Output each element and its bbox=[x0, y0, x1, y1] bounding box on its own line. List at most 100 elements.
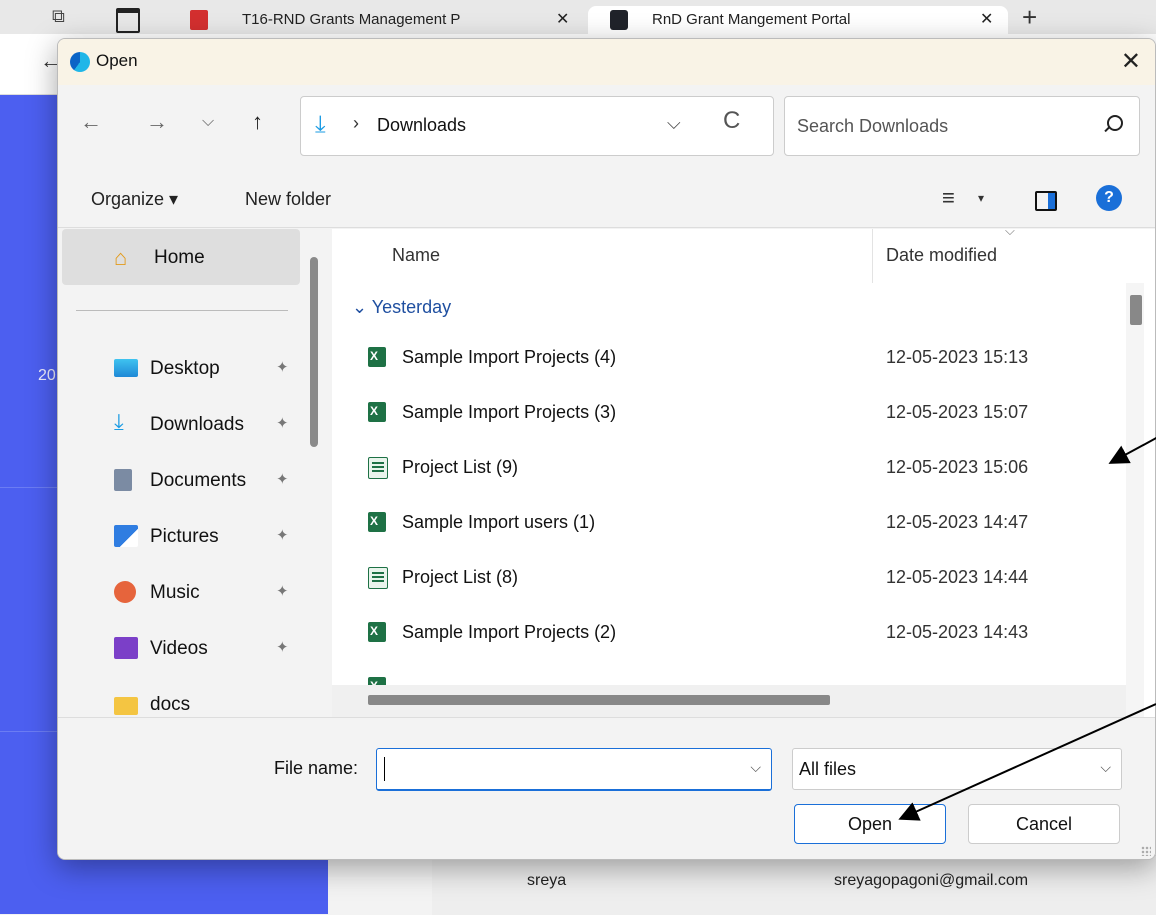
file-name: Project List (8) bbox=[402, 567, 519, 587]
address-bar[interactable]: ⤓ › Downloads ⌵ C bbox=[300, 96, 774, 156]
up-icon[interactable]: ↑ bbox=[252, 109, 263, 135]
nav-item-documents[interactable]: Documents ✦ bbox=[58, 455, 300, 505]
forward-icon[interactable]: → bbox=[146, 109, 168, 135]
chevron-down-icon[interactable]: ⌵ bbox=[667, 113, 681, 134]
file-row[interactable]: Sample Import Projects (2) 12-05-2023 14… bbox=[332, 612, 1122, 660]
nav-divider bbox=[76, 310, 288, 311]
column-header-name[interactable]: Name bbox=[392, 245, 440, 266]
view-dropdown-icon[interactable]: ▾ bbox=[978, 191, 984, 205]
vertical-scroll-track[interactable] bbox=[1126, 283, 1144, 717]
address-row: ← → ⌵ ↑ ⤓ › Downloads ⌵ C bbox=[58, 85, 1155, 165]
chevron-down-icon[interactable]: ⌵ bbox=[1100, 759, 1111, 776]
horizontal-scrollbar[interactable] bbox=[368, 695, 830, 705]
file-type-select[interactable]: All files ⌵ bbox=[792, 748, 1122, 790]
nav-item-label: Desktop bbox=[150, 358, 220, 379]
search-icon[interactable] bbox=[1107, 115, 1123, 131]
breadcrumb-downloads[interactable]: Downloads bbox=[377, 115, 466, 136]
breadcrumb-separator: › bbox=[353, 113, 359, 133]
nav-item-downloads[interactable]: ⤓ Downloads ✦ bbox=[58, 399, 300, 449]
excel-icon bbox=[368, 677, 386, 685]
nav-item-label: Documents bbox=[150, 470, 247, 491]
chevron-down-icon: ⌄ bbox=[352, 297, 368, 317]
window-icon[interactable] bbox=[116, 8, 140, 33]
home-icon: ⌂ bbox=[114, 245, 128, 270]
background-user-email: sreyagopagoni@gmail.com bbox=[834, 872, 1029, 889]
pin-icon[interactable]: ✦ bbox=[276, 638, 289, 656]
videos-icon bbox=[114, 637, 138, 659]
nav-item-pictures[interactable]: Pictures ✦ bbox=[58, 511, 300, 561]
pin-icon[interactable]: ✦ bbox=[276, 358, 289, 376]
preview-pane-icon[interactable] bbox=[1035, 191, 1057, 211]
column-headers: Name ⌵ Date modified bbox=[332, 223, 1155, 283]
browser-tab-bar: ⧉ T16-RND Grants Management P ✕ RnD Gran… bbox=[0, 0, 1156, 34]
nav-item-music[interactable]: Music ✦ bbox=[58, 567, 300, 617]
excel-icon bbox=[368, 347, 386, 367]
file-row[interactable]: Project List (8) 12-05-2023 14:44 bbox=[332, 557, 1122, 605]
download-icon: ⤓ bbox=[315, 111, 326, 138]
resize-grip[interactable] bbox=[1141, 846, 1151, 856]
chevron-down-icon[interactable]: ⌵ bbox=[750, 759, 761, 776]
view-options-icon[interactable]: ≡ bbox=[942, 185, 955, 211]
file-type-value: All files bbox=[799, 759, 857, 779]
open-button[interactable]: Open bbox=[794, 804, 946, 844]
search-box[interactable] bbox=[784, 96, 1140, 156]
file-row[interactable]: Sample Import Projects (4) 12-05-2023 15… bbox=[332, 337, 1122, 385]
vertical-scrollbar[interactable] bbox=[1130, 295, 1142, 325]
new-folder-button[interactable]: New folder bbox=[245, 189, 331, 210]
file-name: Project List (9) bbox=[402, 457, 519, 477]
file-date: 12-05-2023 14:43 bbox=[886, 622, 1029, 642]
file-name: Sample Import Projects (2) bbox=[402, 622, 617, 642]
browser-tab-portal[interactable]: RnD Grant Mangement Portal ✕ bbox=[588, 6, 1008, 34]
pin-icon[interactable]: ✦ bbox=[276, 470, 289, 488]
tab-label: RnD Grant Mangement Portal bbox=[652, 11, 851, 28]
back-icon[interactable]: ← bbox=[80, 109, 102, 135]
file-row[interactable]: Sample Import Projects (3) 12-05-2023 15… bbox=[332, 392, 1122, 440]
sort-chevron-icon: ⌵ bbox=[1005, 223, 1015, 238]
nav-item-home[interactable]: ⌂ Home bbox=[62, 229, 300, 285]
file-name-input[interactable] bbox=[385, 755, 729, 785]
search-input[interactable] bbox=[795, 111, 1089, 141]
nav-item-desktop[interactable]: Desktop ✦ bbox=[58, 343, 300, 393]
spreadsheet-icon bbox=[368, 567, 388, 589]
command-bar: Organize ▾ New folder ≡ ▾ ? bbox=[58, 165, 1155, 228]
nav-pane-scrollbar[interactable] bbox=[310, 257, 318, 447]
background-user-name: sreya bbox=[527, 872, 567, 889]
help-icon[interactable]: ? bbox=[1096, 185, 1122, 211]
tab-close-icon[interactable]: ✕ bbox=[556, 6, 569, 34]
cancel-button[interactable]: Cancel bbox=[968, 804, 1120, 844]
file-row-partial[interactable] bbox=[332, 667, 1122, 685]
spreadsheet-icon bbox=[368, 457, 388, 479]
column-divider[interactable] bbox=[872, 229, 873, 283]
tab-close-icon[interactable]: ✕ bbox=[980, 6, 993, 34]
organize-button[interactable]: Organize ▾ bbox=[91, 189, 178, 210]
file-date: 12-05-2023 15:06 bbox=[886, 457, 1029, 477]
group-label: Yesterday bbox=[371, 297, 452, 317]
nav-item-label: Pictures bbox=[150, 526, 219, 547]
recent-locations-icon[interactable]: ⌵ bbox=[202, 113, 214, 131]
file-row[interactable]: Sample Import users (1) 12-05-2023 14:47 bbox=[332, 502, 1122, 550]
file-date: 12-05-2023 14:47 bbox=[886, 512, 1029, 532]
browser-tab-grants-pdf[interactable]: T16-RND Grants Management P ✕ bbox=[160, 6, 580, 34]
documents-icon bbox=[114, 469, 132, 491]
file-date: 12-05-2023 14:44 bbox=[886, 567, 1029, 587]
pin-icon[interactable]: ✦ bbox=[276, 582, 289, 600]
nav-item-videos[interactable]: Videos ✦ bbox=[58, 623, 300, 673]
excel-icon bbox=[368, 622, 386, 642]
folder-icon bbox=[114, 697, 138, 715]
download-icon: ⤓ bbox=[114, 409, 124, 434]
navigation-pane: ⌂ Home Desktop ✦ ⤓ Downloads ✦ Documents… bbox=[58, 227, 330, 717]
column-header-date-modified[interactable]: Date modified bbox=[886, 245, 997, 266]
file-row[interactable]: Project List (9) 12-05-2023 15:06 bbox=[332, 447, 1122, 495]
new-tab-button[interactable]: + bbox=[1022, 2, 1037, 33]
tab-actions-icon[interactable]: ⧉ bbox=[52, 6, 65, 27]
pictures-icon bbox=[114, 525, 138, 547]
nav-item-label: Downloads bbox=[150, 414, 244, 435]
file-name-combobox[interactable]: ⌵ bbox=[376, 748, 772, 791]
sidebar-fragment-text: 20 bbox=[38, 367, 56, 384]
refresh-icon[interactable]: C bbox=[723, 107, 740, 135]
pin-icon[interactable]: ✦ bbox=[276, 526, 289, 544]
pin-icon[interactable]: ✦ bbox=[276, 414, 289, 432]
group-header-yesterday[interactable]: ⌄ Yesterday bbox=[352, 297, 451, 318]
excel-icon bbox=[368, 402, 386, 422]
close-icon[interactable]: ✕ bbox=[1121, 47, 1141, 76]
